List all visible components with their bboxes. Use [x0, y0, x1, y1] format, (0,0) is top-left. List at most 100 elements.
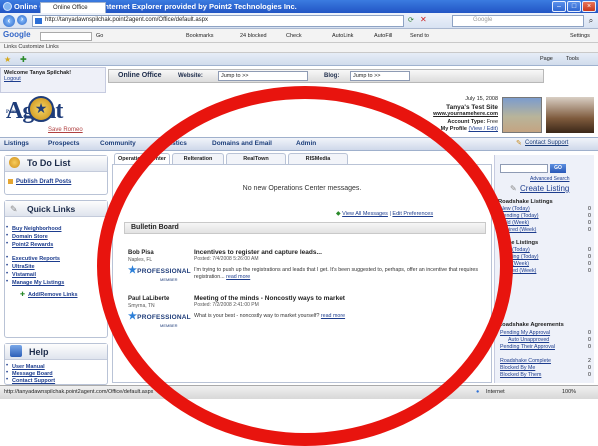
rs-new-today[interactable]: New (Today) — [500, 206, 530, 212]
links-bar[interactable]: Links Customize Links — [0, 43, 598, 53]
blog-select[interactable]: Jump to >> — [350, 71, 410, 81]
close-icon[interactable]: × — [582, 1, 596, 12]
quick-link-ultrasite[interactable]: UltraSite — [12, 264, 35, 270]
site-url[interactable]: www.yournamehere.com — [388, 111, 498, 119]
add-remove-links-link[interactable]: Add/Remove Links — [28, 292, 78, 298]
page-menu[interactable]: Page — [540, 56, 553, 62]
quick-link-vistamail[interactable]: Vistamail — [12, 272, 36, 278]
website-select[interactable]: Jump to >> — [218, 71, 308, 81]
menu-domains-email[interactable]: Domains and Email — [212, 139, 272, 149]
bookmarks-button[interactable]: Bookmarks — [186, 31, 214, 41]
office-pending-today[interactable]: Pending (Today) — [500, 254, 539, 260]
create-listing-link[interactable]: Create Listing — [520, 184, 569, 193]
tab-rismedia[interactable]: RISMedia — [288, 153, 348, 164]
menu-statistics[interactable]: Statistics — [158, 139, 187, 149]
menu-listings[interactable]: Listings — [4, 139, 29, 149]
quick-link-buy-neighborhood[interactable]: Buy Neighborhood — [12, 226, 62, 232]
online-office-button[interactable]: Online Office — [118, 72, 162, 79]
bullet-icon: • — [6, 233, 9, 239]
quick-link-point2-rewards[interactable]: Point2 Rewards — [12, 242, 53, 248]
tab-label: Online Office — [53, 5, 88, 11]
rs-sold-week[interactable]: Sold (Week) — [500, 220, 529, 226]
header-house-photo — [502, 97, 542, 133]
save-romeo-link[interactable]: Save Romeo — [48, 127, 83, 133]
edit-preferences-link[interactable]: Edit Preferences — [392, 211, 433, 217]
search-icon[interactable]: ⌕ — [586, 15, 596, 27]
refresh-icon[interactable]: ⟳ — [408, 16, 414, 24]
google-settings-button[interactable]: Settings — [570, 31, 590, 41]
rs-expired-week[interactable]: Expired (Week) — [500, 227, 536, 233]
add-favorite-icon[interactable]: ✚ — [20, 55, 27, 64]
quick-link-executive-reports[interactable]: Executive Reports — [12, 256, 60, 262]
quick-link-domain-store[interactable]: Domain Store — [12, 234, 48, 240]
url-input[interactable]: http://tanyadawnspilchak.point2agent.com… — [32, 15, 404, 27]
office-expired-week-count: 0 — [588, 268, 591, 274]
read-more-link[interactable]: read more — [321, 313, 345, 319]
view-all-messages-link[interactable]: View All Messages — [342, 211, 388, 217]
post-title[interactable]: Incentives to register and capture leads… — [194, 249, 322, 256]
google-logo: Google — [3, 30, 31, 39]
rs-pending-today[interactable]: Pending (Today) — [500, 213, 539, 219]
office-new-today[interactable]: New (Today) — [500, 247, 530, 253]
help-user-manual[interactable]: User Manual — [12, 364, 45, 370]
send-to-button[interactable]: Send to — [410, 31, 429, 41]
listing-search-input[interactable] — [500, 164, 548, 173]
office-listings-heading: Office Listings — [498, 240, 539, 246]
tools-menu[interactable]: Tools — [566, 56, 579, 62]
help-contact-support[interactable]: Contact Support — [12, 378, 55, 384]
favorites-star-icon[interactable]: ★ — [4, 55, 11, 64]
post-excerpt: What is your best - noncostly way to mar… — [194, 313, 490, 320]
maximize-icon[interactable]: □ — [567, 1, 581, 12]
menu-prospects[interactable]: Prospects — [48, 139, 79, 149]
quick-link-manage-my-listings[interactable]: Manage My Listings — [12, 280, 64, 286]
publish-draft-posts-link[interactable]: Publish Draft Posts — [16, 179, 71, 185]
google-search-input[interactable] — [40, 32, 92, 41]
back-arrow-icon[interactable]: ‹ — [3, 15, 15, 27]
stop-icon[interactable]: ✕ — [420, 15, 427, 24]
zoom-level[interactable]: 100% — [562, 386, 576, 398]
menu-community[interactable]: Community — [100, 139, 136, 149]
current-date: July 15, 2008 — [465, 96, 498, 102]
tab-online-office[interactable]: Online Office — [40, 2, 106, 13]
professional-member-logo: ★PROFESSIONAL — [128, 265, 191, 276]
agreements-pending-their-approval[interactable]: Pending Their Approval — [500, 344, 555, 350]
post-date: Posted: 7/2/2008 2:41:00 PM — [194, 302, 259, 308]
autolink-button[interactable]: AutoLink — [332, 31, 353, 41]
create-listing-icon: ✎ — [510, 184, 517, 193]
forward-arrow-icon[interactable]: › — [17, 15, 27, 25]
autofill-button[interactable]: AutoFill — [374, 31, 392, 41]
read-more-link[interactable]: read more — [226, 274, 250, 280]
popup-blocked-button[interactable]: 24 blocked — [240, 31, 267, 41]
message-links: ◆ View All Messages | Edit Preferences — [336, 210, 433, 217]
advanced-search-link[interactable]: Advanced Search — [530, 176, 569, 182]
google-go-button[interactable]: Go — [96, 31, 103, 41]
tab-realtown[interactable]: RealTown — [226, 153, 286, 164]
spell-check-button[interactable]: Check — [286, 31, 302, 41]
rs-pending-today-count: 0 — [588, 213, 591, 219]
my-profile-link[interactable]: (View / Edit) — [468, 126, 498, 132]
agreements-pending-my-approval[interactable]: Pending My Approval — [500, 330, 550, 336]
menu-admin[interactable]: Admin — [296, 139, 316, 149]
agreements-blocked-by-me[interactable]: Blocked By Me — [500, 365, 535, 371]
agreements-auto-unapproved[interactable]: Auto Unapproved — [508, 337, 549, 343]
links-separator: | — [389, 211, 391, 217]
logout-link[interactable]: Logout — [4, 76, 21, 82]
agreements-pending-my-approval-count: 0 — [588, 330, 591, 336]
help-message-board[interactable]: Message Board — [12, 371, 53, 377]
agreements-blocked-by-them[interactable]: Blocked By Them — [500, 372, 541, 378]
agreements-complete-count: 2 — [588, 358, 591, 364]
search-input[interactable]: Google — [452, 15, 584, 27]
bullet-icon: • — [6, 263, 9, 269]
contact-support-link[interactable]: Contact Support — [525, 140, 568, 146]
office-pending-today-count: 0 — [588, 254, 591, 260]
office-sold-week[interactable]: Sold (Week) — [500, 261, 529, 267]
post-title[interactable]: Meeting of the minds - Noncostly ways to… — [194, 295, 345, 302]
tab-reiteration[interactable]: ReIteration — [172, 153, 224, 164]
tab-operations-center[interactable]: Operations Center — [114, 153, 170, 164]
minimize-icon[interactable]: – — [552, 1, 566, 12]
agreements-complete[interactable]: Roadshake Complete — [500, 358, 551, 364]
agreements-blocked-by-me-count: 0 — [588, 365, 591, 371]
office-expired-week[interactable]: Expired (Week) — [500, 268, 536, 274]
listing-search-go-button[interactable]: GO — [550, 164, 566, 173]
website-label: Website: — [178, 73, 203, 79]
